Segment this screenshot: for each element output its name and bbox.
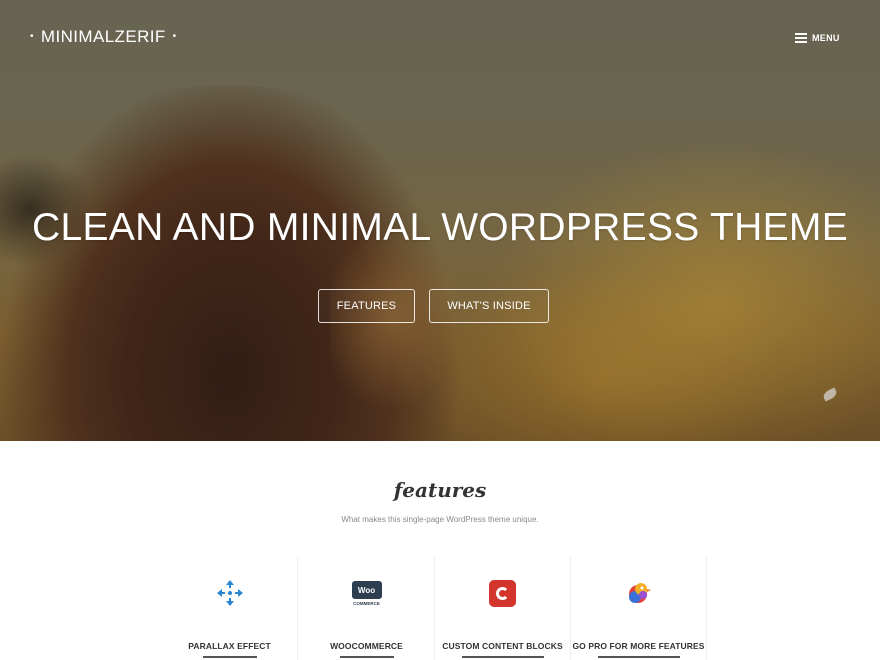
- feature-underline: [597, 656, 680, 658]
- menu-label: MENU: [812, 33, 840, 43]
- feature-label: PARALLAX EFFECT: [188, 641, 271, 651]
- logo-text: MINIMALZERIF: [40, 27, 166, 46]
- feature-label: WOOCOMMERCE: [330, 641, 403, 651]
- woo-logo-text: Woo: [357, 585, 376, 595]
- feature-card-content-blocks: CUSTOM CONTENT BLOCKS: [435, 557, 571, 660]
- feature-underline: [339, 656, 394, 658]
- feature-label: CUSTOM CONTENT BLOCKS: [442, 641, 563, 651]
- woo-logo-subtext: COMMERCE: [353, 601, 380, 606]
- hero-title: CLEAN AND MINIMAL WORDPRESS THEME: [31, 206, 849, 249]
- logo-dot-left: •: [30, 31, 34, 42]
- feature-card-parallax: PARALLAX EFFECT: [162, 557, 298, 660]
- feature-cards: PARALLAX EFFECT Woo COMMERCE WOOCOMMERCE…: [162, 557, 708, 660]
- site-logo[interactable]: • MINIMALZERIF •: [30, 27, 177, 46]
- logo-dot-right: •: [172, 31, 177, 42]
- feature-underline: [202, 656, 257, 658]
- features-subtitle: What makes this single-page WordPress th…: [341, 515, 539, 524]
- menu-button[interactable]: MENU: [795, 31, 840, 45]
- custom-content-blocks-icon: [487, 577, 519, 609]
- colorful-bird-icon: [623, 577, 655, 609]
- features-button[interactable]: FEATURES: [318, 289, 415, 323]
- hero-section: • MINIMALZERIF • MENU CLEAN AND MINIMAL …: [0, 0, 880, 441]
- whats-inside-button[interactable]: WHAT'S INSIDE: [429, 289, 549, 323]
- hamburger-icon: [795, 33, 807, 43]
- woocommerce-logo-icon: Woo COMMERCE: [351, 577, 383, 609]
- feature-card-woocommerce: Woo COMMERCE WOOCOMMERCE: [299, 557, 435, 660]
- feature-underline: [461, 656, 544, 658]
- feature-card-go-pro: GO PRO FOR MORE FEATURES: [571, 557, 707, 660]
- parallax-arrows-icon: [214, 577, 246, 609]
- feature-label: GO PRO FOR MORE FEATURES: [572, 641, 705, 651]
- features-heading: features: [393, 478, 487, 502]
